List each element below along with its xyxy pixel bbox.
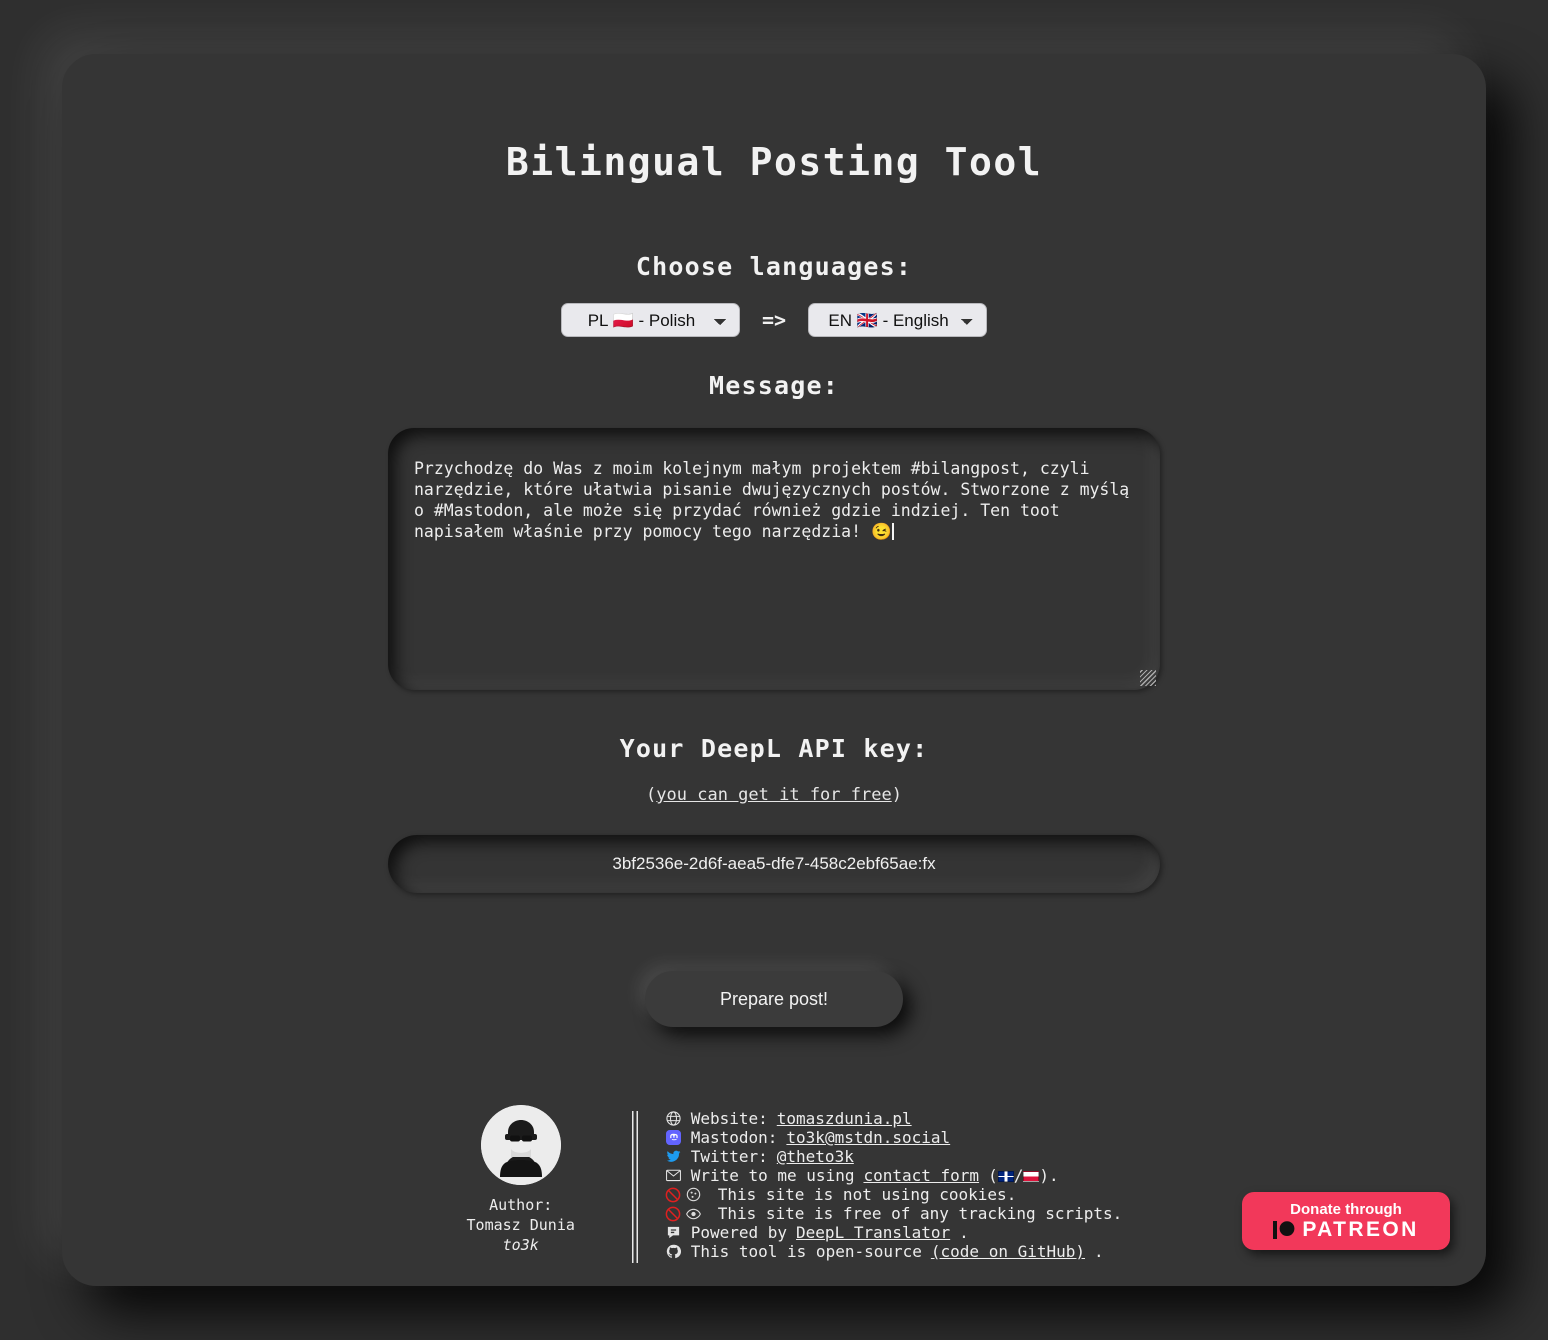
- message-textarea-wrap: Przychodzę do Was z moim kolejnym małym …: [388, 428, 1160, 690]
- deepl-label: Powered by: [691, 1223, 787, 1242]
- patreon-donate-button[interactable]: Donate through PATREON: [1242, 1192, 1450, 1250]
- message-input[interactable]: Przychodzę do Was z moim kolejnym małym …: [388, 428, 1160, 690]
- contact-suffix: (/).: [988, 1166, 1059, 1185]
- github-icon: [665, 1243, 682, 1260]
- footer-links: Website: tomaszdunia.pl Mastodon: to3k@m…: [665, 1105, 1123, 1261]
- contact-form-link[interactable]: contact form: [863, 1166, 979, 1185]
- pl-flag-icon: [1023, 1171, 1039, 1182]
- tracking-text: This site is free of any tracking script…: [718, 1204, 1123, 1223]
- github-label: This tool is open-source: [691, 1242, 922, 1261]
- apikey-note-prefix: (: [646, 785, 656, 805]
- mastodon-label: Mastodon:: [691, 1128, 778, 1147]
- contact-label: Write to me using: [691, 1166, 855, 1185]
- footer-divider: [632, 1111, 639, 1263]
- author-handle: to3k: [436, 1235, 606, 1255]
- website-label: Website:: [691, 1109, 768, 1128]
- deepl-suffix: .: [959, 1223, 969, 1242]
- twitter-link[interactable]: @theto3k: [777, 1147, 854, 1166]
- uk-flag-icon: [998, 1171, 1014, 1182]
- patreon-wordmark: PATREON: [1302, 1218, 1418, 1241]
- message-heading: Message:: [62, 371, 1486, 400]
- apikey-heading: Your DeepL API key:: [62, 734, 1486, 763]
- languages-heading: Choose languages:: [62, 252, 1486, 281]
- deepl-link[interactable]: DeepL Translator: [796, 1223, 950, 1242]
- footer-link-website: Website: tomaszdunia.pl: [665, 1109, 1123, 1128]
- app-card: Bilingual Posting Tool Choose languages:…: [62, 54, 1486, 1286]
- footer-link-github: This tool is open-source (code on GitHub…: [665, 1242, 1123, 1261]
- apikey-input[interactable]: [388, 835, 1160, 893]
- text-cursor: [892, 523, 894, 540]
- envelope-icon: [665, 1167, 682, 1184]
- prepare-post-button[interactable]: Prepare post!: [645, 971, 903, 1027]
- author-label: Author:: [436, 1195, 606, 1215]
- cookies-text: This site is not using cookies.: [718, 1185, 1017, 1204]
- message-text: Przychodzę do Was z moim kolejnym małym …: [414, 459, 1139, 541]
- textarea-resize-handle[interactable]: [1140, 670, 1156, 686]
- apikey-free-link[interactable]: you can get it for free: [656, 785, 891, 805]
- source-language-select[interactable]: PL 🇵🇱 - PolishEN 🇬🇧 - EnglishDE 🇩🇪 - Ger…: [561, 303, 740, 337]
- page-title: Bilingual Posting Tool: [62, 140, 1486, 184]
- footer-note-tracking: This site is free of any tracking script…: [665, 1204, 1123, 1223]
- footer-note-cookies: This site is not using cookies.: [665, 1185, 1123, 1204]
- action-row: Prepare post!: [62, 971, 1486, 1027]
- patreon-logo-icon: [1273, 1220, 1295, 1240]
- github-suffix: .: [1094, 1242, 1104, 1261]
- page-root: Bilingual Posting Tool Choose languages:…: [0, 0, 1548, 1340]
- page-title-wrap: Bilingual Posting Tool: [62, 140, 1486, 184]
- website-link[interactable]: tomaszdunia.pl: [777, 1109, 912, 1128]
- footer-link-deepl: Powered by DeepL Translator .: [665, 1223, 1123, 1242]
- apikey-note: (you can get it for free): [62, 785, 1486, 805]
- target-language-select[interactable]: EN 🇬🇧 - EnglishPL 🇵🇱 - PolishDE 🇩🇪 - Ger…: [808, 303, 987, 337]
- language-selector-row: PL 🇵🇱 - PolishEN 🇬🇧 - EnglishDE 🇩🇪 - Ger…: [62, 303, 1486, 337]
- author-column: Author: Tomasz Dunia to3k: [436, 1105, 606, 1255]
- avatar: [481, 1105, 561, 1185]
- apikey-note-suffix: ): [892, 785, 902, 805]
- github-link[interactable]: (code on GitHub): [931, 1242, 1085, 1261]
- mastodon-link[interactable]: to3k@mstdn.social: [786, 1128, 950, 1147]
- twitter-icon: [665, 1148, 682, 1165]
- globe-icon: [665, 1110, 682, 1127]
- footer-link-contact: Write to me using contact form (/).: [665, 1166, 1123, 1185]
- language-arrow-icon: =>: [762, 308, 786, 332]
- no-tracking-icon: [665, 1206, 709, 1222]
- patreon-top-label: Donate through: [1290, 1201, 1402, 1218]
- author-name: Tomasz Dunia: [436, 1215, 606, 1235]
- twitter-label: Twitter:: [691, 1147, 768, 1166]
- no-cookies-icon: [665, 1187, 709, 1203]
- deepl-icon: [665, 1224, 682, 1241]
- footer-link-twitter: Twitter: @theto3k: [665, 1147, 1123, 1166]
- footer-link-mastodon: Mastodon: to3k@mstdn.social: [665, 1128, 1123, 1147]
- mastodon-icon: [665, 1129, 682, 1146]
- patreon-bottom-row: PATREON: [1273, 1218, 1418, 1241]
